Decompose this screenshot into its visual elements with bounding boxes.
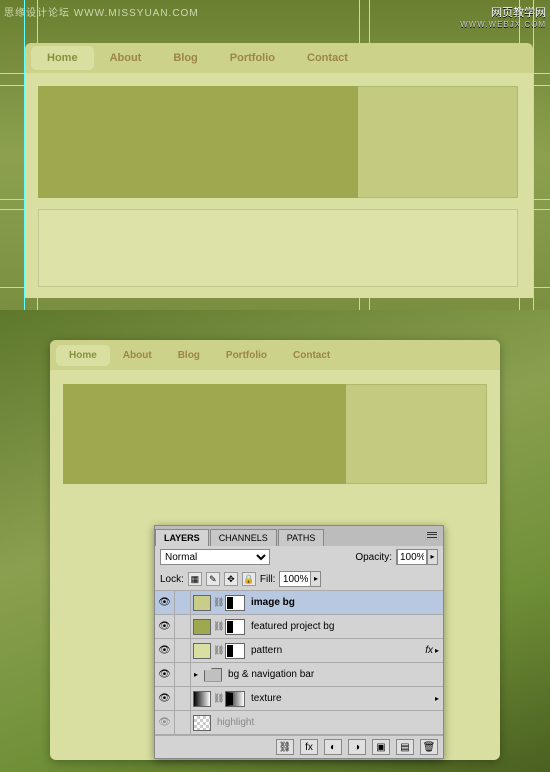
folder-icon <box>204 668 222 682</box>
layer-mask-thumb[interactable] <box>225 643 245 659</box>
secondary-row <box>38 209 518 287</box>
tab-paths[interactable]: PATHS <box>278 529 325 546</box>
lock-all-icon[interactable]: 🔒 <box>242 572 256 586</box>
chain-icon: ⛓ <box>213 645 223 656</box>
tab-channels[interactable]: CHANNELS <box>210 529 277 546</box>
lower-mockup: Home About Blog Portfolio Contact LAYERS… <box>0 310 550 772</box>
fill-label: Fill: <box>260 574 276 585</box>
layer-name[interactable]: image bg <box>251 597 443 608</box>
chain-icon: ⛓ <box>213 693 223 704</box>
lock-move-icon[interactable]: ✥ <box>224 572 238 586</box>
visibility-eye-icon[interactable]: 👁 <box>155 663 175 686</box>
nav-home[interactable]: Home <box>31 46 94 70</box>
panel-footer: ⛓ fx ◐ ◑ ▣ ▤ 🗑 <box>155 735 443 758</box>
lock-transparent-icon[interactable]: ▦ <box>188 572 202 586</box>
layer-name[interactable]: featured project bg <box>251 621 443 632</box>
visibility-eye-icon[interactable]: 👁 <box>155 687 175 710</box>
layer-row[interactable]: 👁 ⛓ texture ▸ <box>155 687 443 711</box>
link-cell[interactable] <box>175 615 191 638</box>
blend-mode-select[interactable]: Normal <box>160 549 270 565</box>
image-bg <box>63 384 346 484</box>
link-layers-icon[interactable]: ⛓ <box>276 739 294 755</box>
link-cell[interactable] <box>175 663 191 686</box>
layer-swatch <box>193 595 211 611</box>
fx-icon[interactable]: fx <box>300 739 318 755</box>
lock-brush-icon[interactable]: ✎ <box>206 572 220 586</box>
mask-icon[interactable]: ◐ <box>324 739 342 755</box>
nav-bar: Home About Blog Portfolio Contact <box>25 43 533 73</box>
image-bg <box>38 86 358 198</box>
guide-vertical <box>533 0 534 310</box>
panel-menu-icon[interactable] <box>425 529 439 541</box>
layer-row[interactable]: 👁 ▸ bg & navigation bar <box>155 663 443 687</box>
visibility-eye-icon[interactable]: 👁 <box>155 711 175 734</box>
nav-bar: Home About Blog Portfolio Contact <box>50 340 500 370</box>
link-cell[interactable] <box>175 639 191 662</box>
visibility-eye-icon[interactable]: 👁 <box>155 615 175 638</box>
layer-row[interactable]: 👁 ⛓ pattern fx ▸ <box>155 639 443 663</box>
fill-arrow-icon[interactable]: ▸ <box>310 572 320 586</box>
nav-about[interactable]: About <box>110 345 165 366</box>
panel-tabs: LAYERS CHANNELS PATHS <box>155 526 443 546</box>
tab-layers[interactable]: LAYERS <box>155 529 209 546</box>
chain-icon: ⛓ <box>213 597 223 608</box>
design-card: Home About Blog Portfolio Contact LAYERS… <box>50 340 500 760</box>
group-expand-icon[interactable]: ▸ <box>194 670 198 679</box>
fx-expand-icon[interactable]: ▸ <box>435 646 439 655</box>
nav-portfolio[interactable]: Portfolio <box>214 46 291 70</box>
fx-badge[interactable]: fx <box>425 645 433 656</box>
link-cell[interactable] <box>175 711 191 734</box>
layer-name[interactable]: pattern <box>251 645 425 656</box>
opacity-label: Opacity: <box>355 552 392 563</box>
layer-swatch <box>193 715 211 731</box>
layer-name[interactable]: texture <box>251 693 435 704</box>
layer-swatch <box>193 643 211 659</box>
layers-panel: LAYERS CHANNELS PATHS Normal Opacity: ▸ … <box>154 525 444 759</box>
layer-mask-thumb[interactable] <box>225 691 245 707</box>
expand-icon[interactable]: ▸ <box>435 694 439 703</box>
chain-icon: ⛓ <box>213 621 223 632</box>
nav-portfolio[interactable]: Portfolio <box>213 345 280 366</box>
layer-name[interactable]: bg & navigation bar <box>228 669 443 680</box>
opacity-arrow-icon[interactable]: ▸ <box>427 550 437 564</box>
layer-mask-thumb[interactable] <box>225 595 245 611</box>
opacity-input[interactable] <box>397 549 427 565</box>
layer-swatch <box>193 619 211 635</box>
fill-input[interactable] <box>280 574 310 585</box>
layer-mask-thumb[interactable] <box>225 619 245 635</box>
layer-row[interactable]: 👁 ⛓ featured project bg <box>155 615 443 639</box>
link-cell[interactable] <box>175 687 191 710</box>
visibility-eye-icon[interactable]: 👁 <box>155 639 175 662</box>
group-icon[interactable]: ▣ <box>372 739 390 755</box>
upper-mockup: 思缘设计论坛 WWW.MISSYUAN.COM 网页教学网 WWW.WEBJX.… <box>0 0 550 310</box>
nav-home[interactable]: Home <box>56 345 110 366</box>
nav-about[interactable]: About <box>94 46 158 70</box>
layer-row[interactable]: 👁 highlight <box>155 711 443 735</box>
nav-contact[interactable]: Contact <box>291 46 364 70</box>
nav-blog[interactable]: Blog <box>165 345 213 366</box>
new-layer-icon[interactable]: ▤ <box>396 739 414 755</box>
trash-icon[interactable]: 🗑 <box>420 739 438 755</box>
visibility-eye-icon[interactable]: 👁 <box>155 591 175 614</box>
adjustment-icon[interactable]: ◑ <box>348 739 366 755</box>
layer-name[interactable]: highlight <box>217 717 443 728</box>
watermark-left: 思缘设计论坛 WWW.MISSYUAN.COM <box>4 4 199 19</box>
layer-swatch <box>193 691 211 707</box>
nav-blog[interactable]: Blog <box>157 46 213 70</box>
layer-row[interactable]: 👁 ⛓ image bg <box>155 591 443 615</box>
link-cell[interactable] <box>175 591 191 614</box>
lock-label: Lock: <box>160 574 184 585</box>
nav-contact[interactable]: Contact <box>280 345 343 366</box>
